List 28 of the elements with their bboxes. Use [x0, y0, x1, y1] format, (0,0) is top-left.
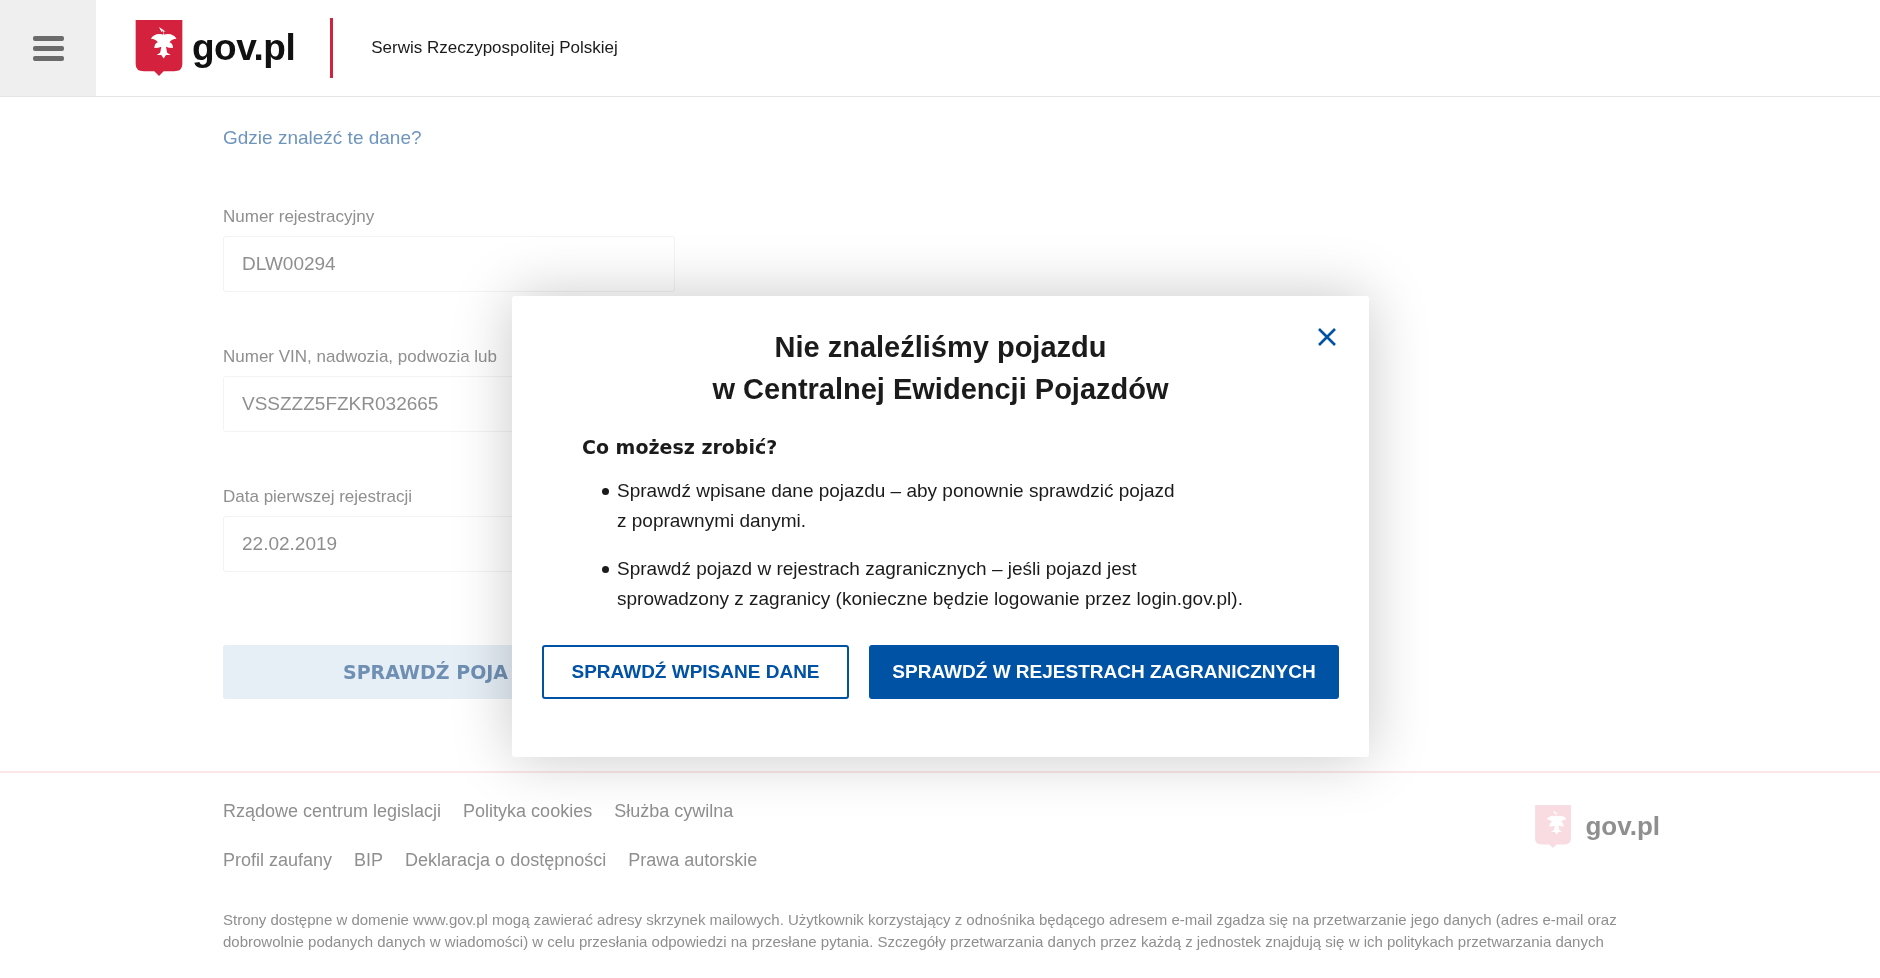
bullet-icon	[602, 566, 609, 573]
footer-logo-text: gov.pl	[1585, 810, 1660, 842]
footer-link[interactable]: Służba cywilna	[614, 801, 734, 822]
footer-link[interactable]: Rządowe centrum legislacji	[223, 801, 442, 822]
field-label: Data pierwszej rejestracji	[223, 487, 412, 507]
logo-text: gov.pl	[192, 27, 296, 69]
field-label: Numer rejestracyjny	[223, 207, 375, 227]
emblem-icon	[1535, 804, 1572, 848]
dialog-subtitle: Co możesz zrobić?	[582, 436, 779, 458]
emblem-icon	[135, 20, 183, 76]
footer-link[interactable]: BIP	[354, 850, 384, 871]
dialog-button[interactable]: SPRAWDŹ W REJESTRACH ZAGRANICZNYCH	[869, 645, 1339, 699]
site-tagline: Serwis Rzeczypospolitej Polskiej	[371, 38, 618, 58]
footer-notice: Strony dostępne w domenie www.gov.pl mogą zawierać adresy skrzynek mailowych. Użytkownik korzystający z odnośnika będącego adresem e-mail zgadza się na przetwarzanie jego danych (adres e-mail oraz dobrowolnie podanych danych w wiadomości) w celu przesłania odpowiedzi na przesłane pytania. Szczegóły przetwarzania danych przez każdą z jednostek znajdują się w ich politykach przetwarzania danych	[223, 910, 1618, 952]
bullet-icon	[602, 488, 609, 495]
menu-icon	[32, 35, 64, 61]
field-label: Numer VIN, nadwozia, podwozia lub	[223, 347, 498, 367]
footer-link[interactable]: Profil zaufany	[223, 850, 333, 871]
dialog-button[interactable]: SPRAWDŹ WPISANE DANE	[542, 645, 849, 699]
menu-button[interactable]	[0, 0, 96, 96]
input-field[interactable]: DLW00294	[223, 236, 675, 292]
home-logo-link[interactable]: gov.pl	[135, 20, 296, 76]
dialog-title: Nie znaleźliśmy pojazdu w Centralnej Ewidencji Pojazdów	[711, 330, 1170, 407]
close-icon	[1317, 327, 1337, 347]
footer-link[interactable]: Deklaracja o dostępności	[405, 850, 607, 871]
footer-link[interactable]: Polityka cookies	[463, 801, 593, 822]
help-link[interactable]: Gdzie znaleźć te dane?	[223, 127, 422, 149]
footer-link[interactable]: Prawa autorskie	[628, 850, 758, 871]
